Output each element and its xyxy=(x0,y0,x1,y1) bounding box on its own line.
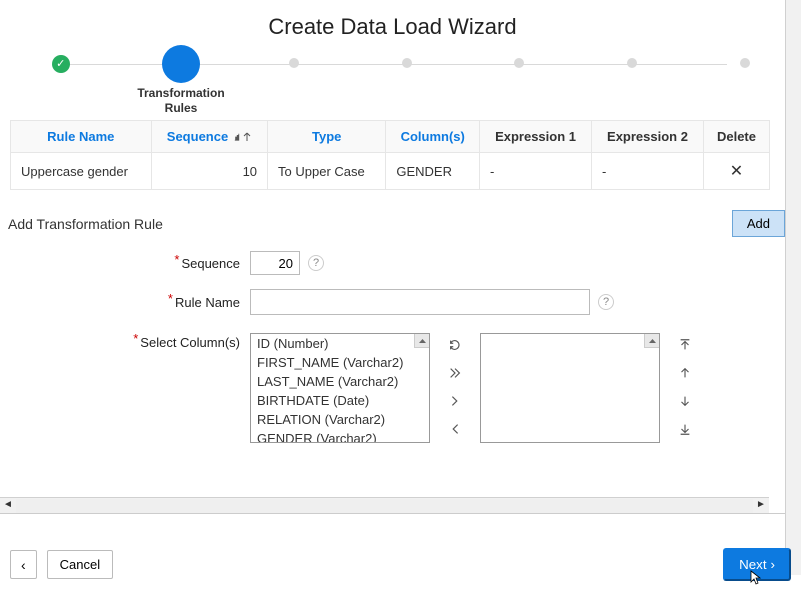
move-top-icon[interactable] xyxy=(672,333,698,355)
cancel-button[interactable]: Cancel xyxy=(47,550,113,579)
col-header-rule-name[interactable]: Rule Name xyxy=(11,121,152,153)
list-item[interactable]: RELATION (Varchar2) xyxy=(251,410,429,429)
wizard-step-dot xyxy=(514,58,524,68)
wizard-progress: Transformation Rules xyxy=(40,50,745,110)
scroll-right-icon[interactable]: ► xyxy=(753,498,769,514)
help-icon[interactable]: ? xyxy=(308,255,324,271)
move-left-icon[interactable] xyxy=(442,417,468,439)
delete-row-icon[interactable]: ✕ xyxy=(703,153,769,190)
col-header-delete: Delete xyxy=(703,121,769,153)
sequence-input[interactable] xyxy=(250,251,300,275)
col-header-sequence[interactable]: Sequence xyxy=(151,121,267,153)
wizard-step-done-icon xyxy=(52,55,70,73)
move-bottom-icon[interactable] xyxy=(672,417,698,439)
list-item[interactable]: FIRST_NAME (Varchar2) xyxy=(251,353,429,372)
list-item[interactable]: ID (Number) xyxy=(251,334,429,353)
rule-name-label: *Rule Name xyxy=(0,295,250,310)
vertical-scrollbar[interactable] xyxy=(785,0,801,575)
next-button-label: Next xyxy=(739,557,766,572)
available-columns-list[interactable]: ID (Number)FIRST_NAME (Varchar2)LAST_NAM… xyxy=(250,333,430,443)
scroll-up-icon[interactable] xyxy=(414,334,429,348)
move-up-icon[interactable] xyxy=(672,361,698,383)
chevron-right-icon: › xyxy=(771,557,775,572)
back-button[interactable]: ‹ xyxy=(10,550,37,579)
cell-expr2: - xyxy=(592,153,704,190)
cell-sequence: 10 xyxy=(151,153,267,190)
selected-columns-list[interactable] xyxy=(480,333,660,443)
scroll-left-icon[interactable]: ◄ xyxy=(0,498,16,514)
select-columns-label: *Select Column(s) xyxy=(0,333,250,350)
wizard-step-dot xyxy=(289,58,299,68)
rules-table: Rule Name Sequence Type Column(s) Expres… xyxy=(10,120,770,190)
list-item[interactable]: GENDER (Varchar2) xyxy=(251,429,429,443)
table-row: Uppercase gender10To Upper CaseGENDER--✕ xyxy=(11,153,770,190)
sort-asc-icon xyxy=(234,132,252,142)
horizontal-scrollbar[interactable]: ◄ ► xyxy=(0,497,769,513)
wizard-step-current-label: Transformation Rules xyxy=(121,86,241,116)
page-title: Create Data Load Wizard xyxy=(0,0,785,50)
col-header-columns[interactable]: Column(s) xyxy=(386,121,480,153)
wizard-step-dot xyxy=(627,58,637,68)
col-header-expr1: Expression 1 xyxy=(480,121,592,153)
wizard-step-current-icon xyxy=(162,45,200,83)
cell-type: To Upper Case xyxy=(268,153,386,190)
sequence-label: *Sequence xyxy=(0,256,250,271)
add-rule-section-title: Add Transformation Rule xyxy=(8,216,163,232)
col-header-sequence-label: Sequence xyxy=(167,129,228,144)
cell-rule-name: Uppercase gender xyxy=(11,153,152,190)
move-all-right-icon[interactable] xyxy=(442,361,468,383)
col-header-type[interactable]: Type xyxy=(268,121,386,153)
scroll-up-icon[interactable] xyxy=(644,334,659,348)
wizard-step-dot xyxy=(740,58,750,68)
rule-name-input[interactable] xyxy=(250,289,590,315)
wizard-step-dot xyxy=(402,58,412,68)
list-item[interactable]: BIRTHDATE (Date) xyxy=(251,391,429,410)
cell-columns: GENDER xyxy=(386,153,480,190)
cell-expr1: - xyxy=(480,153,592,190)
next-button[interactable]: Next › xyxy=(723,548,791,581)
reset-icon[interactable] xyxy=(442,333,468,355)
add-button[interactable]: Add xyxy=(732,210,785,237)
move-right-icon[interactable] xyxy=(442,389,468,411)
col-header-expr2: Expression 2 xyxy=(592,121,704,153)
help-icon[interactable]: ? xyxy=(598,294,614,310)
move-down-icon[interactable] xyxy=(672,389,698,411)
list-item[interactable]: LAST_NAME (Varchar2) xyxy=(251,372,429,391)
